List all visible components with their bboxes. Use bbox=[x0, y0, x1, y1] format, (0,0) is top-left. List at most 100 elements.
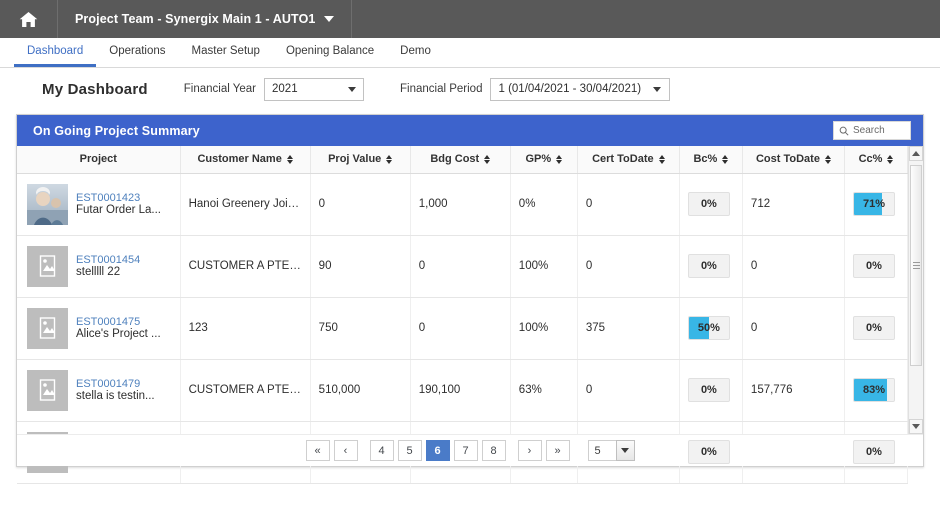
image-placeholder bbox=[27, 369, 68, 411]
progress-label: 0% bbox=[700, 384, 717, 396]
filter-bar: My Dashboard Financial Year 2021 Financi… bbox=[0, 68, 940, 110]
project-code-link[interactable]: EST0001423 bbox=[76, 192, 161, 204]
cell-cc-pct: 0% bbox=[844, 297, 909, 360]
chevron-down-icon bbox=[653, 86, 662, 92]
page-prev-button[interactable]: ‹ bbox=[333, 440, 358, 461]
page-last-button[interactable]: » bbox=[545, 440, 570, 461]
chevron-down-icon bbox=[348, 86, 357, 92]
sort-icon bbox=[386, 154, 393, 164]
page-number-7[interactable]: 7 bbox=[453, 440, 478, 461]
col-cert-todate[interactable]: Cert ToDate bbox=[577, 146, 680, 174]
cell-cert-todate: 0 bbox=[577, 173, 680, 236]
page-next-label: › bbox=[527, 444, 532, 457]
table-row[interactable]: EST0001475 Alice's Project ... 123 750 0 100%… bbox=[17, 297, 909, 360]
page-number-4[interactable]: 4 bbox=[369, 440, 394, 461]
page-label: 4 bbox=[378, 444, 385, 457]
financial-period-select[interactable]: 1 (01/04/2021 - 30/04/2021) bbox=[490, 77, 671, 101]
col-label: Customer Name bbox=[197, 153, 282, 166]
scrollbar-thumb[interactable] bbox=[910, 165, 923, 367]
image-placeholder bbox=[27, 307, 68, 349]
cell-cost-todate: 0 bbox=[742, 235, 845, 298]
tab-opening-balance[interactable]: Opening Balance bbox=[273, 38, 387, 67]
search-icon bbox=[839, 126, 849, 136]
page-number-8[interactable]: 8 bbox=[481, 440, 506, 461]
cell-customer-name: 123 bbox=[180, 297, 311, 360]
chevron-down-icon bbox=[621, 448, 629, 453]
financial-period-label: Financial Period bbox=[400, 83, 483, 95]
scroll-down-button[interactable] bbox=[909, 419, 924, 434]
page-first-label: « bbox=[314, 444, 321, 457]
project-name: stella is testin... bbox=[76, 390, 155, 402]
page-next-button[interactable]: › bbox=[517, 440, 542, 461]
page-first-button[interactable]: « bbox=[305, 440, 330, 461]
search-input[interactable]: Search bbox=[833, 121, 911, 140]
sort-icon bbox=[658, 154, 665, 164]
context-selector[interactable]: Project Team - Synergix Main 1 - AUTO1 bbox=[58, 0, 353, 38]
application-window: Project Team - Synergix Main 1 - AUTO1 D… bbox=[0, 0, 940, 512]
cell-bdg-cost: 0 bbox=[410, 297, 511, 360]
cell-project: EST0001423 Futar Order La... bbox=[17, 173, 181, 236]
tab-label: Demo bbox=[400, 45, 431, 57]
top-bar: Project Team - Synergix Main 1 - AUTO1 bbox=[0, 0, 940, 38]
col-label: GP% bbox=[525, 153, 552, 166]
scroll-up-button[interactable] bbox=[909, 146, 924, 161]
page-label: 7 bbox=[462, 444, 469, 457]
financial-year-label: Financial Year bbox=[183, 83, 257, 95]
col-proj-value[interactable]: Proj Value bbox=[310, 146, 411, 174]
home-icon bbox=[19, 11, 38, 27]
project-code-link[interactable]: EST0001479 bbox=[76, 378, 155, 390]
col-project[interactable]: Project bbox=[17, 146, 181, 174]
col-customer-name[interactable]: Customer Name bbox=[180, 146, 311, 174]
scrollbar-track[interactable] bbox=[909, 161, 924, 419]
vertical-scrollbar[interactable] bbox=[908, 146, 924, 434]
chevron-down-icon bbox=[912, 424, 921, 429]
tab-label: Master Setup bbox=[191, 45, 260, 57]
table-row[interactable]: EST0001479 stella is testin... CUSTOMER A … bbox=[17, 359, 909, 422]
table-header: Project Customer Name Proj Value Bdg Cos… bbox=[17, 146, 909, 174]
tab-master-setup[interactable]: Master Setup bbox=[179, 38, 273, 67]
col-label: Cc% bbox=[858, 153, 883, 166]
cell-gp-pct: 0% bbox=[510, 173, 578, 236]
cell-proj-value: 750 bbox=[310, 297, 411, 360]
col-label: Cert ToDate bbox=[592, 153, 654, 166]
financial-year-value: 2021 bbox=[272, 83, 298, 95]
project-name: Alice's Project ... bbox=[76, 328, 161, 340]
table-row[interactable]: EST0001454 stelllll 22 CUSTOMER A PTE L...… bbox=[17, 235, 909, 298]
financial-year-select[interactable]: 2021 bbox=[264, 77, 365, 101]
tab-demo[interactable]: Demo bbox=[387, 38, 444, 67]
chevron-up-icon bbox=[912, 151, 921, 156]
table-row[interactable]: EST0001423 Futar Order La... Hanoi Greener… bbox=[17, 173, 909, 236]
grip-icon bbox=[912, 262, 920, 270]
cell-bc-pct: 0% bbox=[679, 359, 743, 422]
image-placeholder bbox=[27, 245, 68, 287]
project-code-link[interactable]: EST0001475 bbox=[76, 316, 161, 328]
col-cc-pct[interactable]: Cc% bbox=[844, 146, 909, 174]
progress-label: 0% bbox=[866, 322, 882, 334]
cc-progress: 0% bbox=[852, 440, 895, 464]
home-button[interactable] bbox=[0, 0, 58, 38]
project-code-link[interactable]: EST0001454 bbox=[76, 254, 140, 266]
cell-gp-pct: 63% bbox=[510, 359, 578, 422]
col-label: Bdg Cost bbox=[430, 153, 480, 166]
page-size-dropdown-button[interactable] bbox=[615, 440, 635, 461]
tab-dashboard[interactable]: Dashboard bbox=[14, 38, 97, 67]
cell-cost-todate: 712 bbox=[742, 173, 845, 236]
col-gp-pct[interactable]: GP% bbox=[510, 146, 578, 174]
cell-bc-pct: 0% bbox=[679, 235, 743, 298]
col-bc-pct[interactable]: Bc% bbox=[679, 146, 743, 174]
page-number-5[interactable]: 5 bbox=[397, 440, 422, 461]
cell-cost-todate: 0 bbox=[742, 297, 845, 360]
cell-cc-pct: 83% bbox=[844, 359, 909, 422]
tab-operations[interactable]: Operations bbox=[96, 38, 178, 67]
sort-icon bbox=[556, 154, 563, 164]
page-last-label: » bbox=[554, 444, 561, 457]
page-size-select[interactable]: 5 bbox=[587, 440, 635, 461]
cell-gp-pct: 100% bbox=[510, 297, 578, 360]
bc-progress: 0% bbox=[687, 192, 730, 216]
cc-progress: 71% bbox=[852, 192, 895, 216]
project-name: stelllll 22 bbox=[76, 266, 121, 278]
col-bdg-cost[interactable]: Bdg Cost bbox=[410, 146, 511, 174]
page-number-6[interactable]: 6 bbox=[425, 440, 450, 461]
col-cost-todate[interactable]: Cost ToDate bbox=[742, 146, 845, 174]
bc-progress: 0% bbox=[687, 254, 730, 278]
